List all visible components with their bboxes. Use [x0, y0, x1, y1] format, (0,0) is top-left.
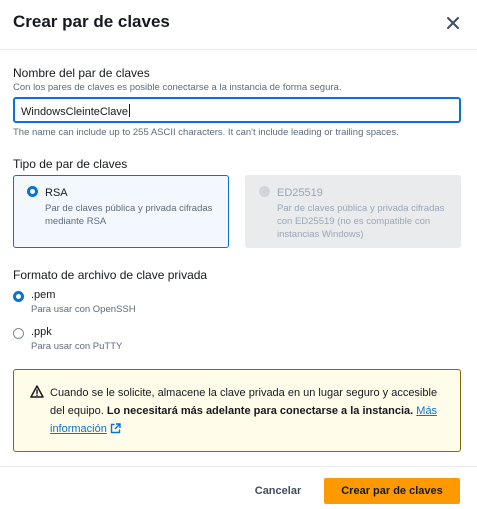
- text-caret: [129, 104, 130, 117]
- pem-option-label: .pem: [31, 289, 56, 301]
- pem-radio[interactable]: [13, 291, 24, 302]
- create-key-pair-button[interactable]: Crear par de claves: [324, 478, 460, 504]
- key-name-input[interactable]: WindowsCleinteClave: [13, 97, 461, 123]
- key-name-label: Nombre del par de claves: [13, 66, 150, 80]
- cancel-button[interactable]: Cancelar: [248, 478, 308, 504]
- alert-message: Cuando se le solicite, almacene la clave…: [50, 384, 450, 438]
- key-type-option-ed25519: ED25519 Par de claves pública y privada …: [245, 175, 461, 248]
- file-format-label: Formato de archivo de clave privada: [13, 268, 208, 282]
- rsa-option-label: RSA: [45, 187, 68, 199]
- key-name-constraint: The name can include up to 255 ASCII cha…: [13, 127, 399, 138]
- dialog-title: Crear par de claves: [13, 12, 170, 31]
- ppk-option-label: .ppk: [31, 326, 52, 338]
- alert-bold-text: Lo necesitará más adelante para conectar…: [106, 405, 414, 417]
- warning-icon: [30, 385, 44, 398]
- rsa-option-description: Par de claves pública y privada cifradas…: [45, 203, 213, 227]
- ed25519-option-description: Par de claves pública y privada cifradas…: [277, 203, 445, 240]
- ed25519-radio: [259, 186, 270, 197]
- close-icon[interactable]: [444, 14, 462, 32]
- rsa-radio[interactable]: [27, 186, 38, 197]
- warning-alert: Cuando se le solicite, almacene la clave…: [13, 369, 461, 452]
- ppk-option-description: Para usar con PuTTY: [31, 341, 123, 352]
- pem-option-description: Para usar con OpenSSH: [31, 304, 136, 315]
- external-link-icon: [110, 423, 121, 434]
- key-name-value: WindowsCleinteClave: [21, 106, 128, 118]
- ppk-radio[interactable]: [13, 328, 24, 339]
- key-name-description: Con los pares de claves es posible conec…: [13, 82, 342, 93]
- key-type-label: Tipo de par de claves: [13, 157, 128, 171]
- ed25519-option-label: ED25519: [277, 187, 323, 199]
- key-type-option-rsa[interactable]: RSA Par de claves pública y privada cifr…: [13, 175, 229, 248]
